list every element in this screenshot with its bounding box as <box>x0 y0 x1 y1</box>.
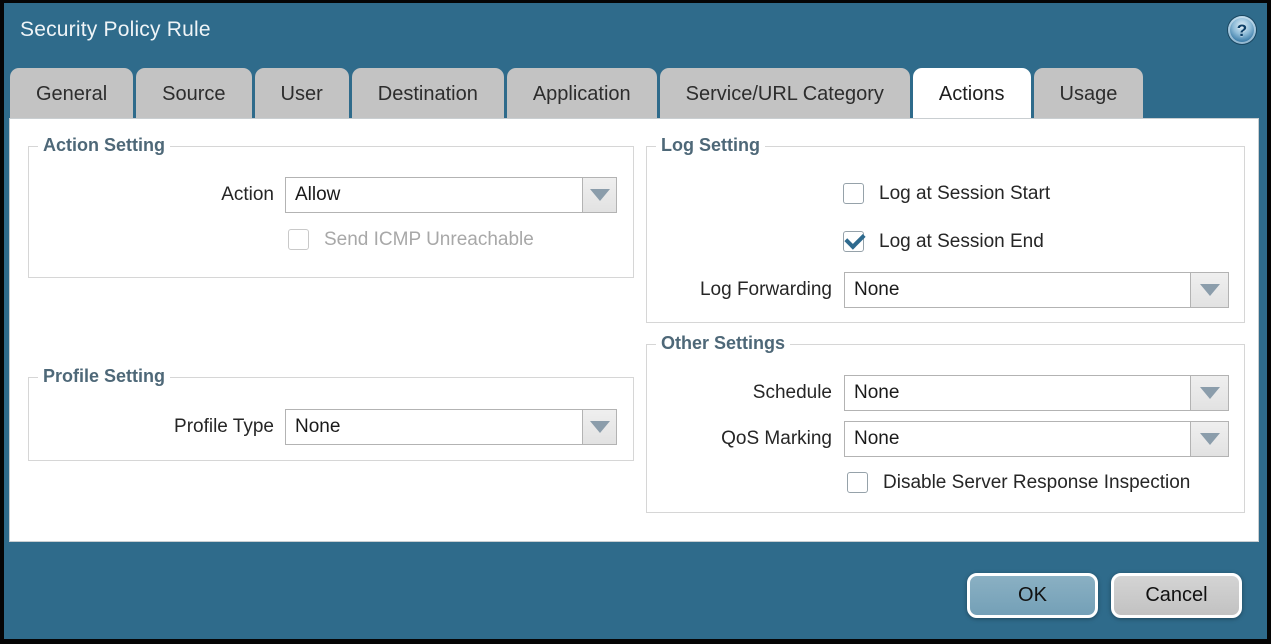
log-forwarding-dropdown-button[interactable] <box>1191 272 1229 308</box>
log-at-session-start-checkbox[interactable] <box>843 183 864 204</box>
other-settings-group: Other Settings Schedule None QoS Marking… <box>646 344 1245 513</box>
profile-type-dropdown[interactable]: None <box>285 409 617 445</box>
tab-application[interactable]: Application <box>507 68 657 118</box>
tab-bar: General Source User Destination Applicat… <box>10 68 1143 118</box>
chevron-down-icon <box>590 189 610 201</box>
log-at-session-start-label[interactable]: Log at Session Start <box>879 182 1050 205</box>
tab-service-url-category[interactable]: Service/URL Category <box>660 68 910 118</box>
send-icmp-unreachable-label: Send ICMP Unreachable <box>324 228 534 251</box>
tab-usage[interactable]: Usage <box>1034 68 1144 118</box>
action-label: Action <box>29 177 274 213</box>
help-icon[interactable]: ? <box>1228 16 1256 44</box>
cancel-button[interactable]: Cancel <box>1111 573 1242 618</box>
tab-source[interactable]: Source <box>136 68 251 118</box>
action-setting-group: Action Setting Action Allow Send ICMP Un… <box>28 146 634 278</box>
schedule-dropdown-button[interactable] <box>1191 375 1229 411</box>
other-settings-legend: Other Settings <box>656 333 790 354</box>
chevron-down-icon <box>1200 387 1220 399</box>
log-forwarding-dropdown-value[interactable]: None <box>844 272 1191 308</box>
ok-button[interactable]: OK <box>967 573 1098 618</box>
schedule-label: Schedule <box>647 375 832 411</box>
action-dropdown-button[interactable] <box>583 177 617 213</box>
profile-type-label: Profile Type <box>29 409 274 445</box>
log-forwarding-dropdown[interactable]: None <box>844 272 1229 308</box>
qos-marking-dropdown-value[interactable]: None <box>844 421 1191 457</box>
dialog-title: Security Policy Rule <box>20 18 211 42</box>
disable-server-response-inspection-label[interactable]: Disable Server Response Inspection <box>883 471 1190 494</box>
schedule-dropdown-value[interactable]: None <box>844 375 1191 411</box>
profile-setting-group: Profile Setting Profile Type None <box>28 377 634 461</box>
tab-content-panel: Action Setting Action Allow Send ICMP Un… <box>9 118 1259 542</box>
send-icmp-unreachable-checkbox <box>288 229 309 250</box>
action-setting-legend: Action Setting <box>38 135 170 156</box>
chevron-down-icon <box>1200 433 1220 445</box>
tab-actions[interactable]: Actions <box>913 68 1031 118</box>
log-setting-legend: Log Setting <box>656 135 765 156</box>
qos-marking-label: QoS Marking <box>647 421 832 457</box>
qos-marking-dropdown[interactable]: None <box>844 421 1229 457</box>
log-at-session-end-label[interactable]: Log at Session End <box>879 230 1044 253</box>
security-policy-rule-dialog: Security Policy Rule ? General Source Us… <box>4 3 1267 639</box>
schedule-dropdown[interactable]: None <box>844 375 1229 411</box>
tab-user[interactable]: User <box>255 68 349 118</box>
profile-type-dropdown-button[interactable] <box>583 409 617 445</box>
log-setting-group: Log Setting Log at Session Start Log at … <box>646 146 1245 323</box>
tab-destination[interactable]: Destination <box>352 68 504 118</box>
tab-general[interactable]: General <box>10 68 133 118</box>
qos-marking-dropdown-button[interactable] <box>1191 421 1229 457</box>
screen: Security Policy Rule ? General Source Us… <box>0 0 1271 644</box>
chevron-down-icon <box>1200 284 1220 296</box>
profile-setting-legend: Profile Setting <box>38 366 170 387</box>
log-at-session-end-checkbox[interactable] <box>843 231 864 252</box>
chevron-down-icon <box>590 421 610 433</box>
disable-server-response-inspection-checkbox[interactable] <box>847 472 868 493</box>
action-dropdown[interactable]: Allow <box>285 177 617 213</box>
action-dropdown-value[interactable]: Allow <box>285 177 583 213</box>
profile-type-dropdown-value[interactable]: None <box>285 409 583 445</box>
log-forwarding-label: Log Forwarding <box>647 272 832 308</box>
